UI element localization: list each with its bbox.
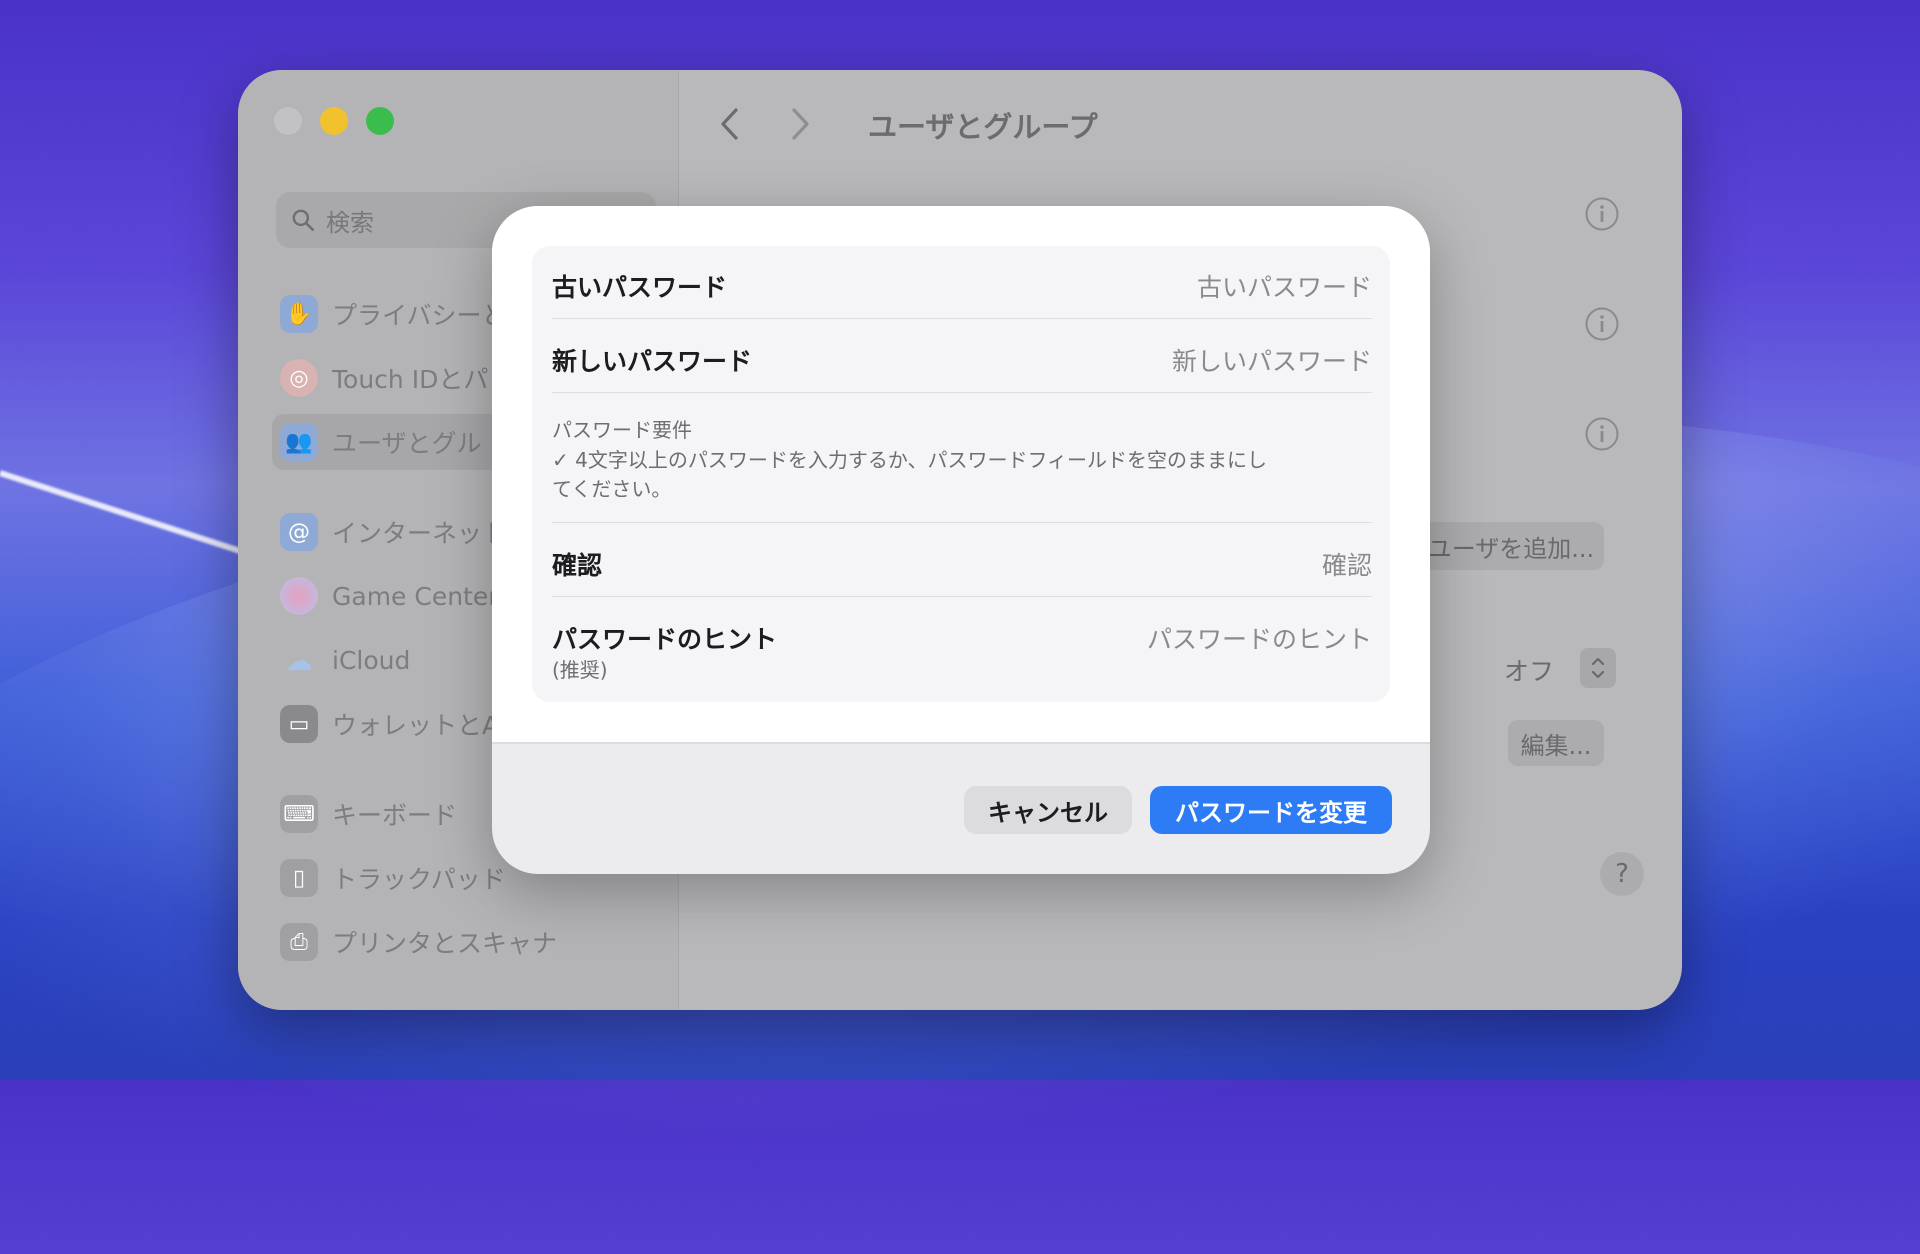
dialog-content: 古いパスワード 古いパスワード 新しいパスワード 新しいパスワード パスワード要…: [492, 206, 1430, 742]
divider: [552, 318, 1372, 319]
add-user-button[interactable]: ユーザを追加...: [1418, 522, 1604, 570]
hint-sublabel: (推奨): [552, 658, 608, 682]
keyboard-icon: ⌨: [280, 795, 318, 833]
wallet-icon: ▭: [280, 705, 318, 743]
auto-login-value: オフ: [1504, 657, 1555, 686]
confirm-label: 確認: [552, 551, 603, 580]
popup-stepper[interactable]: [1580, 648, 1616, 688]
cloud-icon: ☁: [285, 643, 313, 677]
sidebar-item-label: トラックパッド: [332, 865, 506, 894]
sidebar-item-label: ユーザとグル: [332, 429, 482, 458]
users-icon: 👥: [280, 423, 318, 461]
sidebar-item-label: プリンタとスキャナ: [332, 929, 558, 958]
divider: [552, 522, 1372, 523]
info-icon[interactable]: [1584, 416, 1620, 452]
sidebar-item-label: Touch IDとパ: [332, 365, 489, 394]
requirements-text: ✓ 4文字以上のパスワードを入力するか、パスワードフィールドを空のままにしてくだ…: [552, 448, 1268, 501]
at-icon: @: [280, 513, 318, 551]
sidebar-item-label: インターネット: [332, 519, 508, 548]
change-password-button[interactable]: パスワードを変更: [1150, 786, 1392, 834]
minimize-button[interactable]: [320, 107, 348, 135]
cancel-button[interactable]: キャンセル: [964, 786, 1132, 834]
window-title: ユーザとグループ: [868, 110, 1098, 144]
back-button[interactable]: [700, 100, 760, 148]
old-password-row[interactable]: 古いパスワード 古いパスワード: [552, 268, 1372, 308]
search-icon: [292, 209, 315, 232]
hint-label: パスワードのヒント: [552, 625, 778, 654]
sidebar-item-printers[interactable]: ⎙ プリンタとスキャナ: [272, 914, 672, 970]
chevron-right-icon: [792, 108, 809, 140]
footer-divider: [492, 742, 1430, 744]
forward-button[interactable]: [770, 100, 830, 148]
requirements-title: パスワード要件: [552, 418, 692, 442]
hint-row[interactable]: パスワードのヒント パスワードのヒント: [552, 620, 1372, 660]
game-center-icon: [280, 577, 318, 615]
sidebar-item-label: ウォレットとA: [332, 711, 500, 740]
trackpad-icon: ▯: [280, 859, 318, 897]
hint-input[interactable]: パスワードのヒント: [1147, 620, 1372, 656]
close-button[interactable]: [274, 107, 302, 135]
sidebar-item-label: プライバシーと: [332, 301, 507, 330]
password-form: 古いパスワード 古いパスワード 新しいパスワード 新しいパスワード パスワード要…: [532, 246, 1390, 702]
new-password-label: 新しいパスワード: [552, 347, 753, 376]
edit-button[interactable]: 編集...: [1508, 720, 1604, 766]
info-icon[interactable]: [1584, 196, 1620, 232]
change-password-dialog: 古いパスワード 古いパスワード 新しいパスワード 新しいパスワード パスワード要…: [492, 206, 1430, 874]
printer-icon: ⎙: [280, 923, 318, 961]
confirm-input[interactable]: 確認: [1322, 546, 1372, 582]
sidebar-item-label: Game Center: [332, 581, 499, 611]
help-button[interactable]: ?: [1600, 852, 1644, 896]
divider: [552, 392, 1372, 393]
search-placeholder: 検索: [326, 208, 374, 237]
chevron-up-down-icon: [1591, 657, 1605, 679]
old-password-input[interactable]: 古いパスワード: [1197, 268, 1372, 304]
old-password-label: 古いパスワード: [552, 273, 728, 302]
sidebar-item-label: キーボード: [332, 801, 458, 830]
fingerprint-icon: ◎: [280, 359, 318, 397]
divider: [552, 596, 1372, 597]
chevron-left-icon: [721, 108, 738, 140]
new-password-row[interactable]: 新しいパスワード 新しいパスワード: [552, 342, 1372, 382]
new-password-input[interactable]: 新しいパスワード: [1172, 342, 1372, 378]
hand-icon: ✋: [280, 295, 318, 333]
sidebar-item-label: iCloud: [332, 645, 411, 675]
info-icon[interactable]: [1584, 306, 1620, 342]
maximize-button[interactable]: [366, 107, 394, 135]
confirm-row[interactable]: 確認 確認: [552, 546, 1372, 586]
